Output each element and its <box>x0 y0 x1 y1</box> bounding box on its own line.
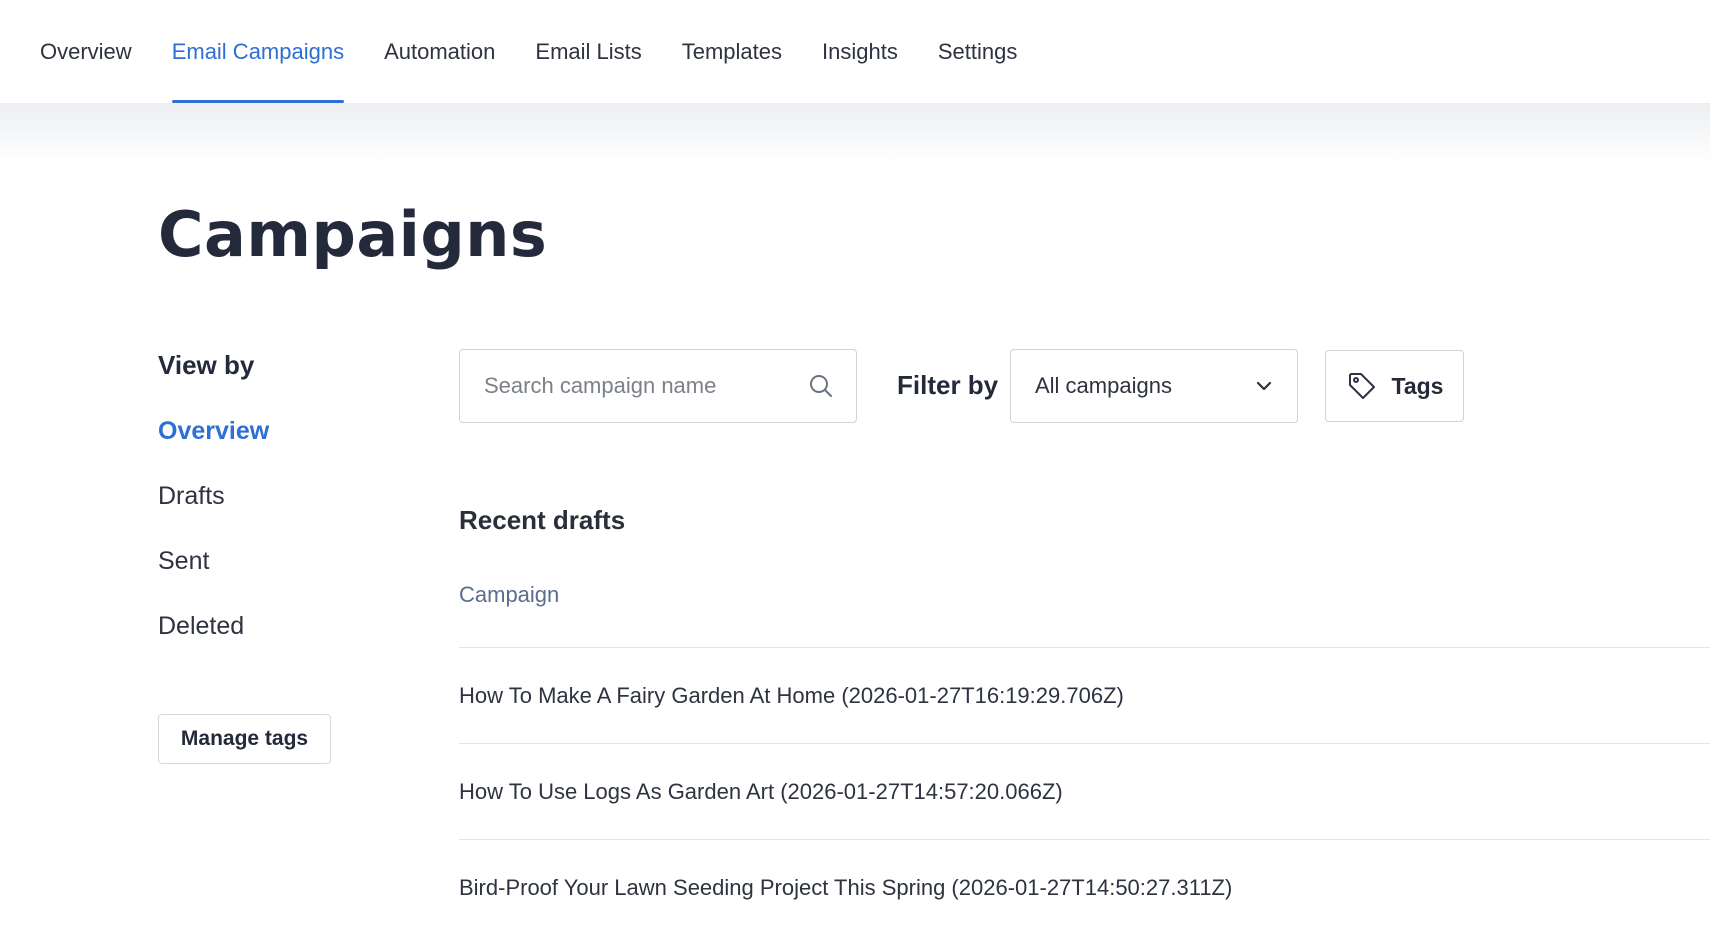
chevron-down-icon <box>1255 380 1273 392</box>
filter-selected-value: All campaigns <box>1035 373 1172 398</box>
nav-shadow <box>0 103 1710 161</box>
view-by-title: View by <box>158 350 255 380</box>
table-row[interactable]: How To Use Logs As Garden Art (2026-01-2… <box>459 743 1710 839</box>
sidebar-item-overview[interactable]: Overview <box>158 417 388 482</box>
tags-label: Tags <box>1391 372 1444 399</box>
search-icon[interactable] <box>808 373 834 399</box>
sidebar-item-deleted[interactable]: Deleted <box>158 612 388 677</box>
manage-tags-button[interactable]: Manage tags <box>158 714 331 764</box>
page-title: Campaigns <box>158 198 548 271</box>
campaign-name[interactable]: Bird-Proof Your Lawn Seeding Project Thi… <box>459 875 1232 901</box>
tab-automation[interactable]: Automation <box>384 0 495 103</box>
top-nav-tabs: Overview Email Campaigns Automation Emai… <box>40 0 1057 103</box>
tab-overview[interactable]: Overview <box>40 0 132 103</box>
drafts-table: How To Make A Fairy Garden At Home (2026… <box>459 647 1710 935</box>
filter-by-label: Filter by <box>897 370 999 400</box>
view-by-sidebar: View by Overview Drafts Sent Deleted <box>158 350 388 677</box>
tab-templates[interactable]: Templates <box>682 0 782 103</box>
tab-insights[interactable]: Insights <box>822 0 898 103</box>
campaign-name[interactable]: How To Make A Fairy Garden At Home (2026… <box>459 683 1124 709</box>
search-input[interactable] <box>484 373 808 399</box>
tag-icon <box>1346 370 1378 402</box>
tab-settings[interactable]: Settings <box>938 0 1018 103</box>
recent-drafts-title: Recent drafts <box>459 505 626 535</box>
table-row[interactable]: Bird-Proof Your Lawn Seeding Project Thi… <box>459 839 1710 935</box>
tab-email-campaigns[interactable]: Email Campaigns <box>171 0 345 103</box>
search-box[interactable] <box>459 349 857 423</box>
sidebar-item-drafts[interactable]: Drafts <box>158 482 388 547</box>
campaign-name[interactable]: How To Use Logs As Garden Art (2026-01-2… <box>459 779 1063 805</box>
tab-email-lists[interactable]: Email Lists <box>535 0 641 103</box>
tags-button[interactable]: Tags <box>1325 350 1464 422</box>
campaign-filter-select[interactable]: All campaigns <box>1010 349 1298 423</box>
table-row[interactable]: How To Make A Fairy Garden At Home (2026… <box>459 647 1710 743</box>
top-navigation: Overview Email Campaigns Automation Emai… <box>0 0 1710 103</box>
sidebar-item-sent[interactable]: Sent <box>158 547 388 612</box>
campaign-column-header[interactable]: Campaign <box>459 582 559 608</box>
